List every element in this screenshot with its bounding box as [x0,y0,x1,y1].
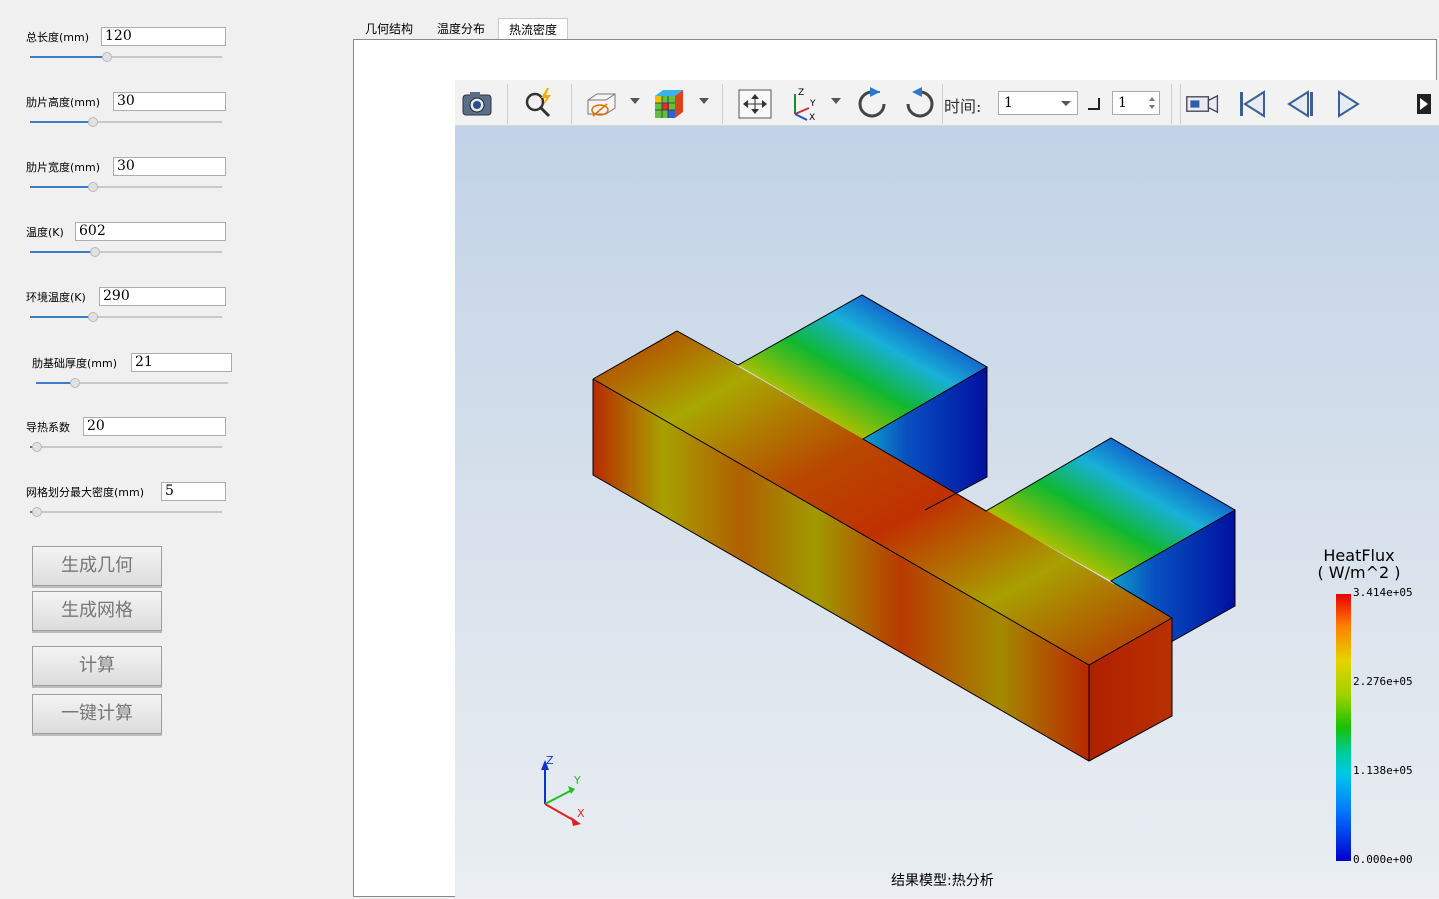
time-select-value: 1 [1004,95,1013,111]
dropdown-arrow-icon[interactable] [699,98,709,104]
mesh-density-slider[interactable] [30,506,222,518]
slider-handle[interactable] [32,442,42,452]
viewer-toolbar: Z Y X 时间: 1 1 [455,80,1439,126]
time-select[interactable]: 1 [998,91,1078,115]
conductivity-slider[interactable] [30,441,222,453]
temperature-slider[interactable] [30,246,222,258]
param-base-thickness: 肋基础厚度(mm) 21 [32,353,232,393]
svg-text:Y: Y [809,99,816,109]
tab-geometry[interactable]: 几何结构 [354,18,424,40]
previous-frame-icon[interactable] [1282,86,1318,122]
fin-height-input[interactable]: 30 [113,92,226,111]
tab-temperature-distribution[interactable]: 温度分布 [426,18,496,40]
3d-viewer[interactable]: Z Y X [455,80,1439,897]
fin-height-slider[interactable] [30,116,222,128]
param-label: 肋片宽度(mm) [26,161,101,174]
param-total-length: 总长度(mm) 120 [26,27,226,67]
temperature-input[interactable]: 602 [75,222,226,241]
legend-max-label: 3.414e+05 [1353,586,1413,599]
param-ambient-temperature: 环境温度(K) 290 [26,287,226,327]
slider-handle[interactable] [88,117,98,127]
fin-width-input[interactable]: 30 [113,157,226,176]
generate-mesh-button[interactable]: 生成网格 [32,591,162,631]
base-thickness-slider[interactable] [36,377,228,389]
axis-y-label: Y [573,774,581,787]
legend-min-label: 0.000e+00 [1353,853,1413,866]
first-frame-icon[interactable] [1234,86,1270,122]
camera-icon[interactable] [459,86,495,122]
axes-icon[interactable]: Z Y X [785,86,821,122]
axis-triad: Z Y X [541,754,585,826]
rotate-cw-icon[interactable] [854,86,890,122]
param-mesh-density: 网格划分最大密度(mm) 5 [26,482,226,522]
param-label: 网格划分最大密度(mm) [26,486,145,499]
generate-geometry-button[interactable]: 生成几何 [32,546,162,586]
slider-handle[interactable] [102,52,112,62]
param-label: 温度(K) [26,226,64,239]
svg-text:X: X [809,113,815,122]
ambient-temperature-slider[interactable] [30,311,222,323]
next-icon[interactable] [1417,94,1431,114]
app-window: 总长度(mm) 120 肋片高度(mm) 30 肋片宽度(mm) 30 温度(K… [0,0,1439,899]
color-cube-icon[interactable] [651,86,687,122]
spin-up-icon[interactable] [1149,97,1155,101]
param-fin-height: 肋片高度(mm) 30 [26,92,226,132]
slider-handle[interactable] [88,312,98,322]
parameter-panel: 总长度(mm) 120 肋片高度(mm) 30 肋片宽度(mm) 30 温度(K… [0,0,352,899]
legend-label: 1.138e+05 [1353,764,1413,777]
axis-x-label: X [577,807,585,820]
chevron-down-icon [1061,101,1071,106]
result-model-label: 结果模型:热分析 [891,873,994,889]
slider-handle[interactable] [90,247,100,257]
slider-handle[interactable] [70,378,80,388]
param-conductivity: 导热系数 20 [26,417,226,457]
tab-heat-flux[interactable]: 热流密度 [498,18,568,40]
rotate-ccw-icon[interactable] [902,86,938,122]
legend-title-text: HeatFlux [1323,546,1395,565]
legend-label: 2.276e+05 [1353,675,1413,688]
conductivity-input[interactable]: 20 [83,417,226,436]
magnify-lightning-icon[interactable] [521,86,557,122]
legend-title: HeatFlux ( W/m^2 ) [1317,547,1401,581]
time-label: 时间: [944,97,982,116]
legend-unit: ( W/m^2 ) [1317,563,1401,582]
step-corner-icon [1088,98,1100,110]
hide-view-icon[interactable] [583,86,619,122]
compute-button[interactable]: 计算 [32,646,162,686]
video-icon[interactable] [1185,86,1221,122]
slider-handle[interactable] [88,182,98,192]
total-length-slider[interactable] [30,51,222,63]
step-spinbox-value: 1 [1118,95,1127,111]
param-label: 导热系数 [26,421,70,434]
param-fin-width: 肋片宽度(mm) 30 [26,157,226,197]
dropdown-arrow-icon[interactable] [831,98,841,104]
base-thickness-input[interactable]: 21 [131,353,232,372]
param-temperature: 温度(K) 602 [26,222,226,262]
color-scale-bar [1336,594,1351,861]
dropdown-arrow-icon[interactable] [630,98,640,104]
play-icon[interactable] [1330,86,1366,122]
total-length-input[interactable]: 120 [101,27,226,46]
fin-width-slider[interactable] [30,181,222,193]
spin-down-icon[interactable] [1149,105,1155,109]
one-click-compute-button[interactable]: 一键计算 [32,694,162,734]
param-label: 肋基础厚度(mm) [32,357,118,370]
step-spinbox[interactable]: 1 [1112,91,1160,115]
axis-z-label: Z [546,754,554,767]
slider-handle[interactable] [32,507,42,517]
param-label: 环境温度(K) [26,291,86,304]
svg-text:Z: Z [798,88,804,98]
param-label: 总长度(mm) [26,31,90,44]
fit-view-icon[interactable] [737,86,773,122]
heat-flux-model: Z Y X [541,294,1237,826]
mesh-density-input[interactable]: 5 [161,482,226,501]
param-label: 肋片高度(mm) [26,96,101,109]
ambient-temperature-input[interactable]: 290 [99,287,226,306]
